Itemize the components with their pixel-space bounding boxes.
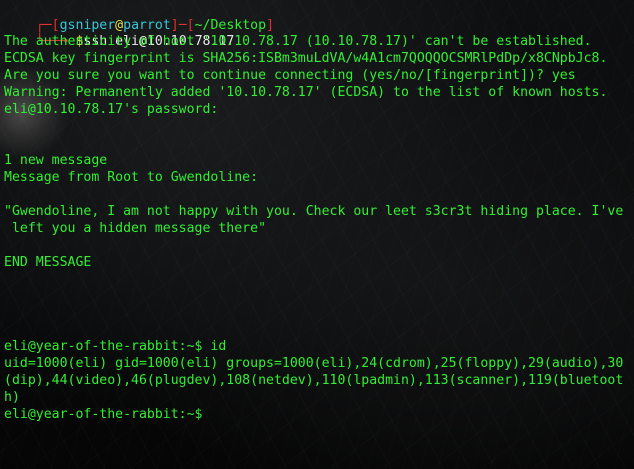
output-line: ECDSA key fingerprint is SHA256:ISBm3muL… <box>4 51 608 66</box>
output-line: eli@year-of-the-rabbit:~$ id <box>4 339 227 354</box>
output-line: left you a hidden message there" <box>4 221 267 236</box>
output-line: eli@10.10.78.17's password: <box>4 102 219 117</box>
output-line[interactable]: eli@year-of-the-rabbit:~$ <box>4 406 203 423</box>
output-line: Are you sure you want to continue connec… <box>4 68 576 83</box>
output-line: "Gwendoline, I am not happy with you. Ch… <box>4 204 624 219</box>
output-line: (dip),44(video),46(plugdev),108(netdev),… <box>4 373 624 388</box>
output-line: 1 new message <box>4 153 108 168</box>
output-line: uid=1000(eli) gid=1000(eli) groups=1000(… <box>4 356 624 371</box>
output-line: END MESSAGE <box>4 255 92 270</box>
output-line: Warning: Permanently added '10.10.78.17'… <box>4 85 608 100</box>
output-line: Message from Root to Gwendoline: <box>4 170 259 185</box>
prompt-bracket-close: ] <box>266 18 275 33</box>
output-line: h) <box>4 390 20 405</box>
terminal-window[interactable]: ┌─[gsniper@parrot]─[~/Desktop] └──╼ $ssh… <box>0 0 634 469</box>
prompt-line-command: └──╼ $ssh eli@10.10.78.17 <box>4 16 235 49</box>
prompt-line-top: ┌─[gsniper@parrot]─[~/Desktop] <box>4 0 274 33</box>
output-line: The authenticity of host '10.10.78.17 (1… <box>4 34 592 49</box>
